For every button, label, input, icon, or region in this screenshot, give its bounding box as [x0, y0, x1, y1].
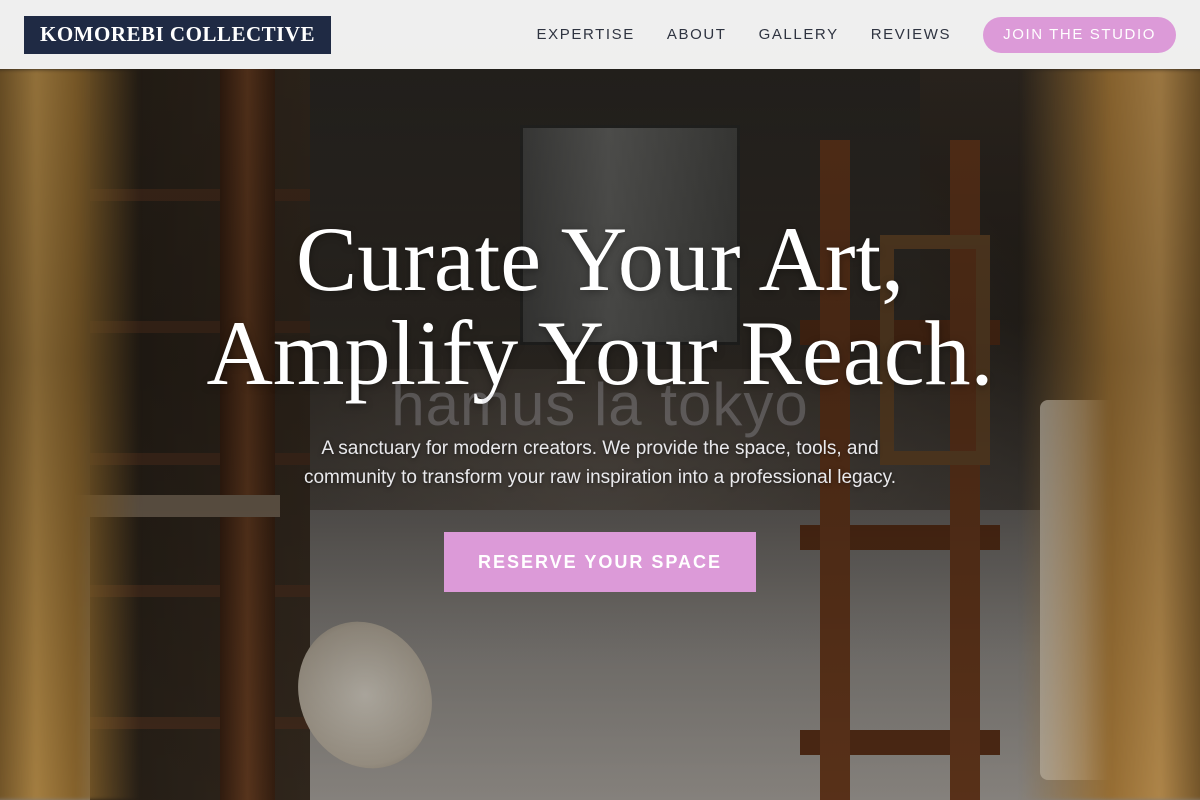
join-studio-button[interactable]: JOIN THE STUDIO — [983, 16, 1176, 53]
hero-content: hamus la tokyo Curate Your Art, Amplify … — [0, 212, 1200, 592]
headline-line-1: Curate Your Art, — [295, 208, 905, 310]
background-watermark: hamus la tokyo — [391, 371, 809, 438]
hero-subtext: A sanctuary for modern creators. We prov… — [250, 434, 950, 492]
brand-logo[interactable]: KOMOREBI COLLECTIVE — [24, 15, 331, 54]
nav-link-reviews[interactable]: REVIEWS — [871, 26, 951, 43]
nav-link-about[interactable]: ABOUT — [667, 26, 727, 43]
subtext-line-2: community to transform your raw inspirat… — [303, 467, 897, 488]
nav-link-gallery[interactable]: GALLERY — [759, 26, 839, 43]
navbar: KOMOREBI COLLECTIVE EXPERTISE ABOUT GALL… — [0, 0, 1200, 69]
subtext-line-1: A sanctuary for modern creators. We prov… — [321, 438, 879, 459]
nav-link-expertise[interactable]: EXPERTISE — [537, 26, 635, 43]
nav-links: EXPERTISE ABOUT GALLERY REVIEWS JOIN THE… — [537, 16, 1176, 53]
reserve-space-button[interactable]: RESERVE YOUR SPACE — [444, 532, 756, 592]
